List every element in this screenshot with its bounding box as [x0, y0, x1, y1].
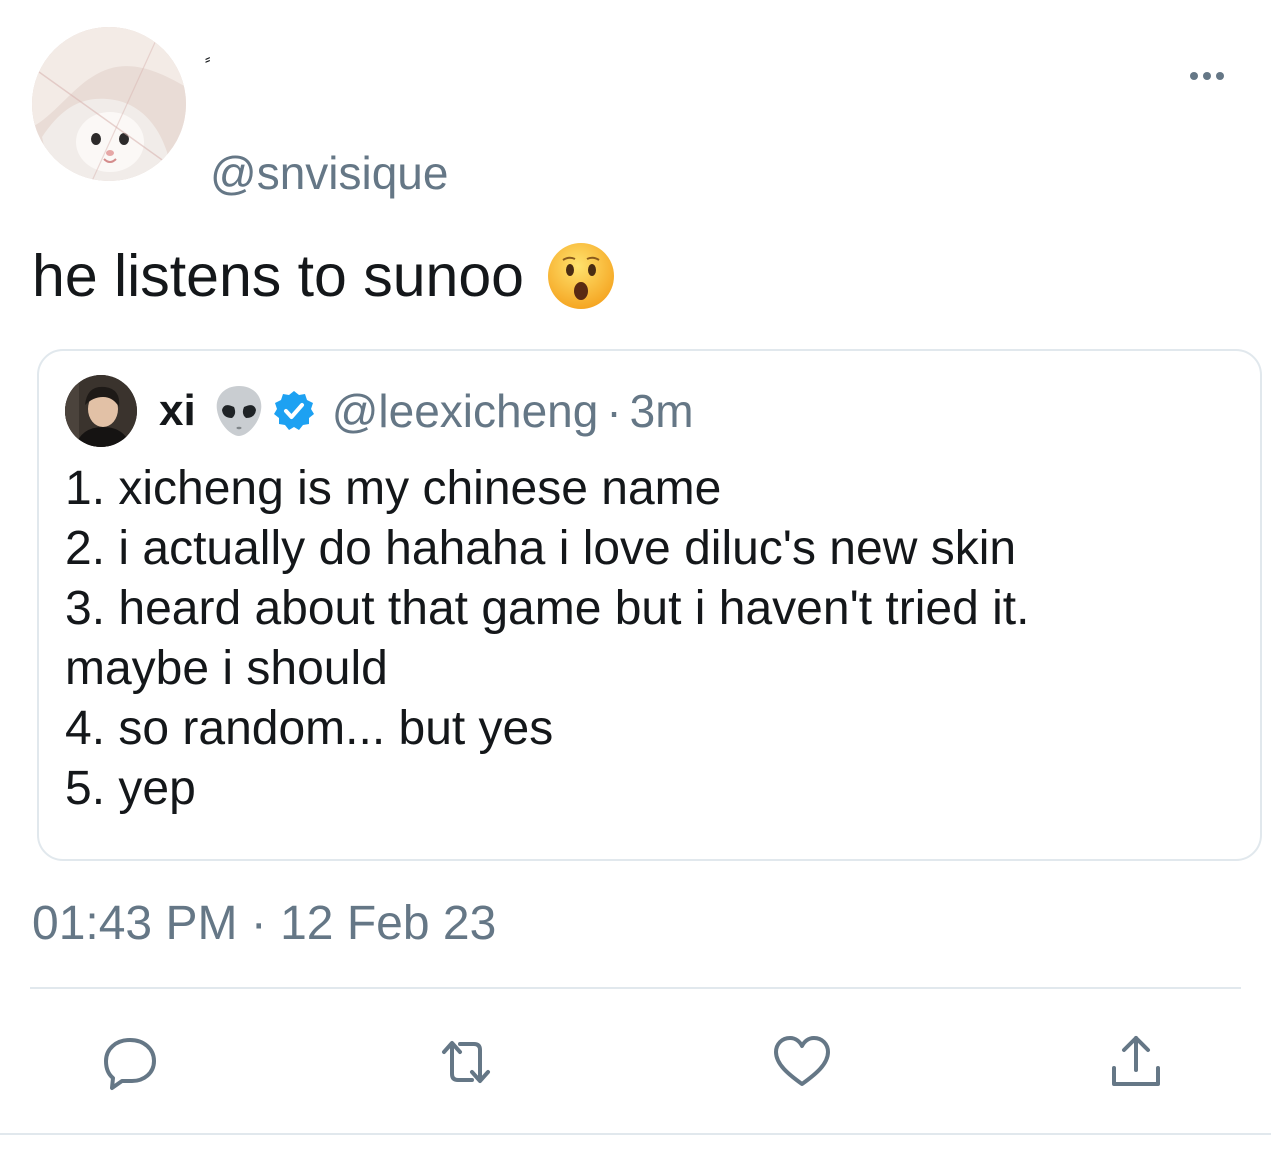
astonished-face-icon: [546, 241, 616, 311]
share-icon[interactable]: [1104, 1030, 1168, 1094]
author-handle[interactable]: @snvisique: [210, 145, 448, 201]
quoted-line: 5. yep: [65, 762, 196, 815]
quoted-tweet-card[interactable]: xi @leexicheng · 3m 1. xicheng is my chi…: [37, 349, 1262, 861]
tweet-timestamp[interactable]: 01:43 PM · 12 Feb 23: [32, 894, 496, 954]
quoted-handle[interactable]: @leexicheng: [332, 384, 599, 438]
display-name[interactable]: ⸗: [205, 50, 210, 70]
quoted-time[interactable]: 3m: [630, 384, 694, 438]
quoted-line: 3. heard about that game but i haven't t…: [65, 582, 1030, 635]
separator-dot: ·: [606, 385, 622, 437]
quoted-line: 4. so random... but yes: [65, 702, 554, 755]
like-icon[interactable]: [770, 1030, 834, 1094]
quoted-avatar[interactable]: [65, 375, 137, 447]
reply-icon[interactable]: [98, 1030, 162, 1094]
quoted-line: maybe i should: [65, 642, 388, 695]
quoted-name[interactable]: xi: [159, 386, 196, 436]
quoted-line: 1. xicheng is my chinese name: [65, 462, 722, 515]
quoted-avatar-image: [65, 375, 137, 447]
avatar-image: [32, 27, 186, 181]
tweet-text: he listens to sunoo: [32, 243, 524, 309]
quoted-header: xi @leexicheng · 3m: [159, 381, 694, 441]
verified-badge-icon: [272, 389, 316, 433]
divider: [30, 987, 1241, 989]
quoted-line: 2. i actually do hahaha i love diluc's n…: [65, 522, 1017, 575]
tweet-text-row: he listens to sunoo: [32, 240, 616, 312]
bottom-divider: [0, 1133, 1271, 1135]
more-options-icon[interactable]: [1180, 62, 1234, 90]
avatar[interactable]: [32, 27, 186, 181]
quoted-text: 1. xicheng is my chinese name 2. i actua…: [65, 459, 1225, 819]
retweet-icon[interactable]: [434, 1030, 498, 1094]
alien-icon: [210, 382, 268, 440]
